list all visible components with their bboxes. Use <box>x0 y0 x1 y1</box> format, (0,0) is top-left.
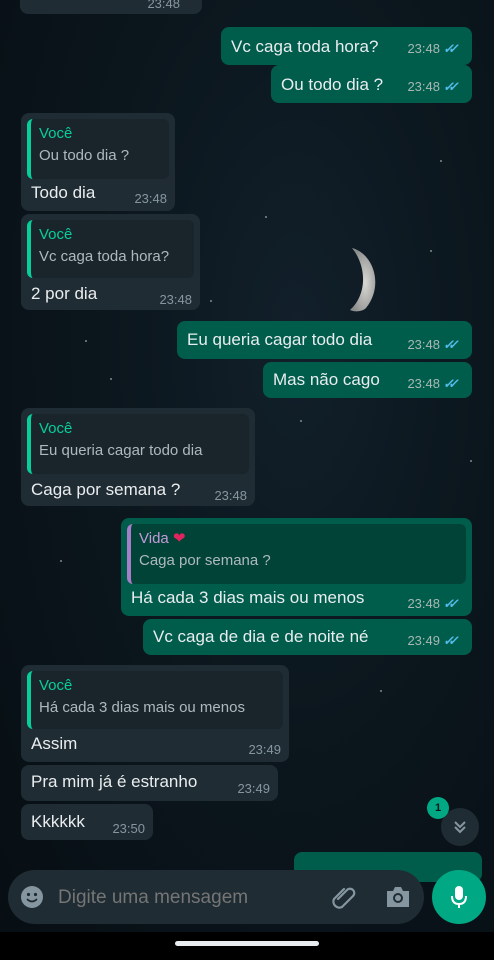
message-text: Vc caga de dia e de noite né <box>153 627 369 646</box>
quoted-message[interactable]: Você Eu queria cagar todo dia <box>27 414 249 474</box>
message-bubble-incoming[interactable]: Você Há cada 3 dias mais ou menos Assim … <box>21 665 289 762</box>
message-text: Kkkkkk <box>31 812 85 831</box>
message-time: 23:49 <box>237 781 270 796</box>
microphone-button[interactable] <box>432 870 486 924</box>
camera-icon[interactable] <box>384 884 412 910</box>
message-time: 23:48 <box>214 488 247 503</box>
message-bubble-incoming[interactable]: Você Vc caga toda hora? 2 por dia 23:48 <box>21 214 200 310</box>
message-bubble-incoming[interactable]: Você Eu queria cagar todo dia Caga por s… <box>21 408 255 506</box>
message-time: 23:48 <box>159 292 192 307</box>
message-time: 23:48 <box>407 79 440 94</box>
message-bubble-outgoing[interactable]: Mas não cago 23:48 ✓✓ <box>263 362 472 398</box>
message-text: Ou todo dia ? <box>281 75 384 94</box>
double-chevron-down-icon <box>454 821 466 834</box>
message-text: Pra mim já é estranho <box>31 772 198 791</box>
double-check-read-icon: ✓✓ <box>442 376 456 391</box>
message-time: 23:48 <box>134 191 167 206</box>
crescent-moon-image <box>350 248 376 312</box>
message-bubble-outgoing[interactable]: Vc caga de dia e de noite né 23:49 ✓✓ <box>143 619 472 655</box>
home-indicator[interactable] <box>175 941 319 946</box>
double-check-read-icon: ✓✓ <box>442 79 456 94</box>
double-check-read-icon: ✓✓ <box>442 633 456 648</box>
double-check-read-icon: ✓✓ <box>442 41 456 56</box>
quote-text: Caga por semana ? <box>139 552 271 569</box>
quote-text: Ou todo dia ? <box>39 147 130 164</box>
quoted-message[interactable]: Você Ou todo dia ? <box>27 119 169 179</box>
quote-text: Há cada 3 dias mais ou menos <box>39 699 245 716</box>
microphone-icon <box>451 886 467 908</box>
double-check-read-icon: ✓✓ <box>442 596 456 611</box>
emoji-icon[interactable] <box>20 885 44 909</box>
message-text: Há cada 3 dias mais ou menos <box>131 588 365 607</box>
message-bubble-incoming[interactable]: Pra mim já é estranho 23:49 <box>21 765 278 801</box>
quote-text: Eu queria cagar todo dia <box>39 442 203 459</box>
message-text: 2 por dia <box>31 284 98 303</box>
message-bubble-incoming[interactable]: Você Ou todo dia ? Todo dia 23:48 <box>21 113 175 211</box>
message-time: 23:50 <box>112 821 145 836</box>
message-text: Eu queria cagar todo dia <box>187 330 373 349</box>
message-text: Mas não cago <box>273 370 380 389</box>
message-time: 23:48 <box>407 596 440 611</box>
message-bubble-outgoing[interactable]: Vc caga toda hora? 23:48 ✓✓ <box>221 27 472 65</box>
quote-author: Você <box>39 226 73 243</box>
message-input-bar <box>8 870 424 924</box>
message-text: Vc caga toda hora? <box>231 37 379 56</box>
quote-author: Vida ❤ <box>139 530 458 548</box>
message-input[interactable] <box>56 882 320 914</box>
quoted-message[interactable]: Você Vc caga toda hora? <box>27 220 194 278</box>
message-text: Caga por semana ? <box>31 480 181 499</box>
message-bubble-incoming[interactable]: Kkkkkk 23:50 <box>21 804 153 840</box>
red-heart-icon: ❤ <box>172 530 186 547</box>
quoted-message[interactable]: Você Há cada 3 dias mais ou menos <box>27 671 283 729</box>
message-text: Todo dia <box>31 183 96 202</box>
message-time: 23:49 <box>248 742 281 757</box>
system-navigation-bar <box>0 932 494 960</box>
message-time: 23:48 <box>407 337 440 352</box>
partial-message-top[interactable]: 23:48 <box>20 0 202 14</box>
message-time: 23:48 <box>407 376 440 391</box>
quote-author-name: Vida <box>139 530 169 547</box>
quote-author: Você <box>39 125 73 142</box>
message-text: Assim <box>31 734 78 753</box>
paperclip-icon[interactable] <box>330 883 358 911</box>
quote-text: Vc caga toda hora? <box>39 248 170 265</box>
unread-count-badge: 1 <box>427 797 449 819</box>
message-time: 23:49 <box>407 633 440 648</box>
quote-author: Você <box>39 420 73 437</box>
message-bubble-outgoing[interactable]: Eu queria cagar todo dia 23:48 ✓✓ <box>177 321 472 359</box>
message-time: 23:48 <box>147 0 180 10</box>
quote-author: Você <box>39 677 73 694</box>
message-bubble-outgoing[interactable]: Ou todo dia ? 23:48 ✓✓ <box>271 65 472 103</box>
double-check-read-icon: ✓✓ <box>442 337 456 352</box>
message-bubble-outgoing[interactable]: Vida ❤ Caga por semana ? Há cada 3 dias … <box>121 518 472 616</box>
quoted-message[interactable]: Vida ❤ Caga por semana ? <box>127 524 466 584</box>
message-time: 23:48 <box>407 41 440 56</box>
